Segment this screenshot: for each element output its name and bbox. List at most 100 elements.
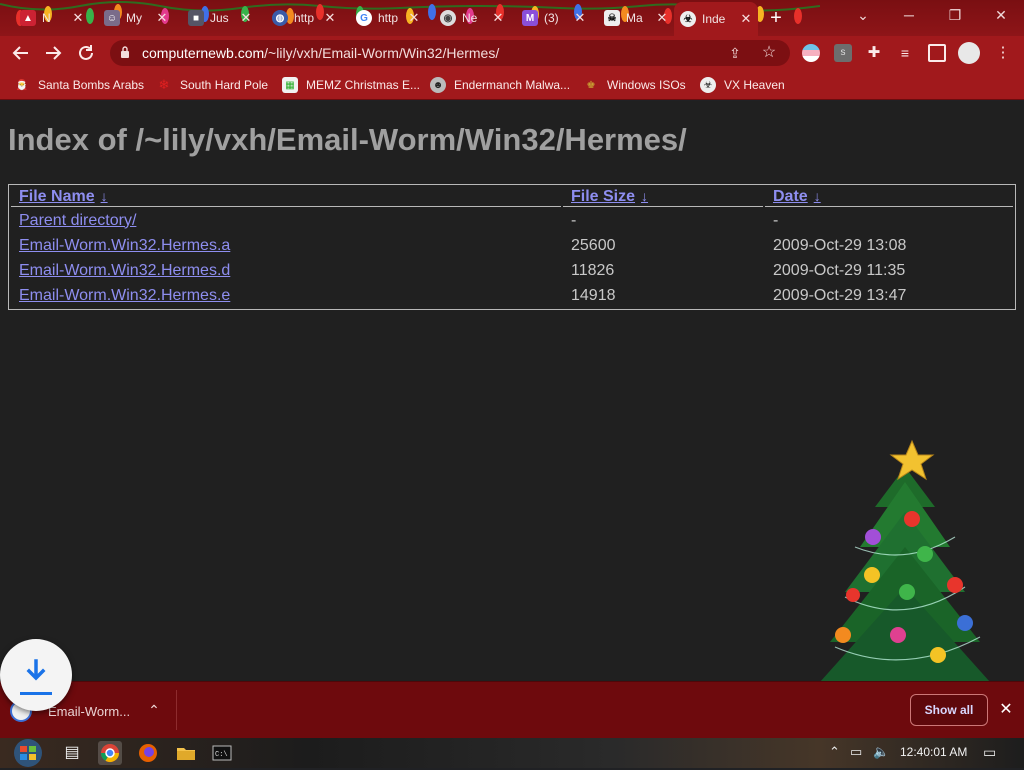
bookmark-label: South Hard Pole: [180, 78, 269, 92]
tab-6[interactable]: ◉ Ne ✕: [434, 4, 510, 32]
share-icon[interactable]: ⇪: [726, 44, 744, 62]
file-explorer-taskbar-icon[interactable]: [174, 741, 198, 765]
downloads-bar: Email-Worm... ⌃ Show all ✕: [0, 681, 1024, 738]
cmd-taskbar-icon[interactable]: C:\: [210, 741, 234, 765]
address-bar[interactable]: computernewb.com/~lily/vxh/Email-Worm/Wi…: [110, 40, 790, 66]
file-size: 25600: [571, 236, 616, 254]
sort-by-date-link[interactable]: Date: [773, 188, 808, 205]
sort-by-name-link[interactable]: File Name: [19, 188, 95, 205]
column-header-size[interactable]: File Size ↓: [563, 187, 763, 207]
sort-arrow-icon[interactable]: ↓: [814, 188, 821, 204]
tab-active[interactable]: ☣ Inde ✕: [674, 2, 758, 36]
tab-search-button[interactable]: ⌄: [840, 0, 886, 30]
file-size: -: [571, 211, 577, 229]
close-tab-icon[interactable]: ✕: [70, 10, 86, 26]
forward-button[interactable]: [41, 41, 65, 65]
task-view-icon[interactable]: ▤: [60, 741, 84, 765]
close-tab-icon[interactable]: ✕: [238, 10, 254, 26]
extensions-puzzle-icon[interactable]: ✚: [865, 44, 883, 62]
directory-listing-table: File Name ↓ File Size ↓ Date ↓ Parent direc…: [8, 184, 1016, 310]
vx-heaven-icon: ☣: [700, 77, 716, 93]
file-link[interactable]: Parent directory/: [19, 212, 136, 229]
bookmark-santa-bombs-arabs[interactable]: 🎅 Santa Bombs Arabs: [14, 76, 144, 94]
close-tab-icon[interactable]: ✕: [654, 10, 670, 26]
bookmark-label: Windows ISOs: [607, 78, 686, 92]
column-header-name[interactable]: File Name ↓: [11, 187, 561, 207]
profile-avatar-icon[interactable]: [958, 42, 980, 64]
table-row: Email-Worm.Win32.Hermes.a 25600 2009-Oct…: [11, 234, 1013, 257]
back-button[interactable]: [9, 41, 33, 65]
notifications-icon[interactable]: ▭: [983, 744, 996, 761]
reload-button[interactable]: [74, 41, 98, 65]
tab-title: Ne: [462, 11, 478, 25]
file-link[interactable]: Email-Worm.Win32.Hermes.d: [19, 262, 230, 279]
bookmark-label: Santa Bombs Arabs: [38, 78, 145, 92]
tab-title: http: [294, 11, 315, 25]
close-tab-icon[interactable]: ✕: [572, 10, 588, 26]
extension-flag-icon[interactable]: [802, 44, 820, 62]
file-date: 2009-Oct-29 13:08: [773, 236, 907, 254]
tray-overflow-chevron-icon[interactable]: ⌃: [829, 744, 840, 760]
bookmarks-bar: 🎅 Santa Bombs Arabs ❄ South Hard Pole ▦ MEM…: [0, 70, 1024, 100]
minimize-button[interactable]: ─: [886, 0, 932, 30]
tab-2[interactable]: ☺ My ✕: [98, 4, 174, 32]
tab-8[interactable]: ☠ Ma ✕: [598, 4, 674, 32]
chrome-taskbar-icon[interactable]: [98, 741, 122, 765]
taskbar-clock[interactable]: 12:40:01 AM: [900, 745, 967, 759]
tab-favicon-avatar-icon: ☺: [104, 10, 120, 26]
download-filename[interactable]: Email-Worm...: [48, 704, 130, 719]
menu-kebab-icon[interactable]: ⋮: [994, 44, 1012, 62]
close-downloads-button[interactable]: ✕: [996, 700, 1016, 720]
restore-button[interactable]: ❐: [932, 0, 978, 30]
download-progress-bubble[interactable]: [0, 639, 72, 711]
close-tab-icon[interactable]: ✕: [738, 11, 754, 27]
page-content: Index of /~lily/vxh/Email-Worm/Win32/Her…: [0, 101, 1024, 682]
bookmark-memz-christmas[interactable]: ▦ MEMZ Christmas E...: [282, 76, 420, 94]
url-text[interactable]: computernewb.com/~lily/vxh/Email-Worm/Wi…: [142, 45, 499, 61]
tab-7[interactable]: M (3) ✕: [516, 4, 592, 32]
close-tab-icon[interactable]: ✕: [490, 10, 506, 26]
lock-icon[interactable]: [120, 46, 130, 58]
close-tab-icon[interactable]: ✕: [406, 10, 422, 26]
table-row: Email-Worm.Win32.Hermes.e 14918 2009-Oct…: [11, 284, 1013, 307]
tab-4[interactable]: ◍ http ✕: [266, 4, 342, 32]
tab-1[interactable]: ▲ N ✕: [14, 4, 90, 32]
download-options-chevron-icon[interactable]: ⌃: [145, 702, 163, 719]
bookmark-star-icon[interactable]: ☆: [760, 44, 778, 62]
vx-heaven-icon: ☣: [680, 11, 696, 27]
extension-s-icon[interactable]: s: [834, 44, 852, 62]
tab-5[interactable]: G http ✕: [350, 4, 426, 32]
close-window-button[interactable]: ✕: [978, 0, 1024, 30]
network-icon[interactable]: ▭: [850, 744, 862, 760]
volume-icon[interactable]: 🔈: [873, 744, 889, 760]
tab-3[interactable]: ■ Jus ✕: [182, 4, 258, 32]
windows-taskbar: ▤ C:\ ⌃ ▭ 🔈 12:40:01 AM ▭: [0, 738, 1024, 768]
forward-arrow-icon: [46, 46, 62, 60]
sort-arrow-icon[interactable]: ↓: [101, 188, 108, 204]
tab-favicon-red-icon: ▲: [20, 10, 36, 26]
side-panel-icon[interactable]: [928, 44, 946, 62]
bookmark-label: VX Heaven: [724, 78, 785, 92]
tab-favicon-skull-icon: ☠: [604, 10, 620, 26]
bookmark-south-hard-pole[interactable]: ❄ South Hard Pole: [156, 76, 269, 94]
new-tab-button[interactable]: +: [764, 7, 788, 29]
christmas-tree-decoration: [820, 439, 990, 682]
start-button-icon[interactable]: [10, 738, 46, 768]
sort-arrow-icon[interactable]: ↓: [641, 188, 648, 204]
firefox-taskbar-icon[interactable]: [136, 741, 160, 765]
file-link[interactable]: Email-Worm.Win32.Hermes.e: [19, 287, 230, 304]
command-prompt-icon: C:\: [212, 745, 232, 761]
bookmark-windows-isos[interactable]: ♚ Windows ISOs: [583, 76, 686, 94]
sort-by-size-link[interactable]: File Size: [571, 188, 635, 205]
bookmark-vx-heaven[interactable]: ☣ VX Heaven: [700, 76, 785, 94]
close-tab-icon[interactable]: ✕: [154, 10, 170, 26]
column-header-date[interactable]: Date ↓: [765, 187, 1013, 207]
file-link[interactable]: Email-Worm.Win32.Hermes.a: [19, 237, 230, 254]
chrome-icon: [101, 744, 119, 763]
bookmark-label: Endermanch Malwa...: [454, 78, 571, 92]
bookmark-endermanch-malware[interactable]: ☻ Endermanch Malwa...: [430, 76, 570, 94]
show-all-button[interactable]: Show all: [910, 694, 988, 726]
file-date: 2009-Oct-29 11:35: [773, 261, 906, 279]
close-tab-icon[interactable]: ✕: [322, 10, 338, 26]
media-control-icon[interactable]: ≡: [896, 44, 914, 62]
